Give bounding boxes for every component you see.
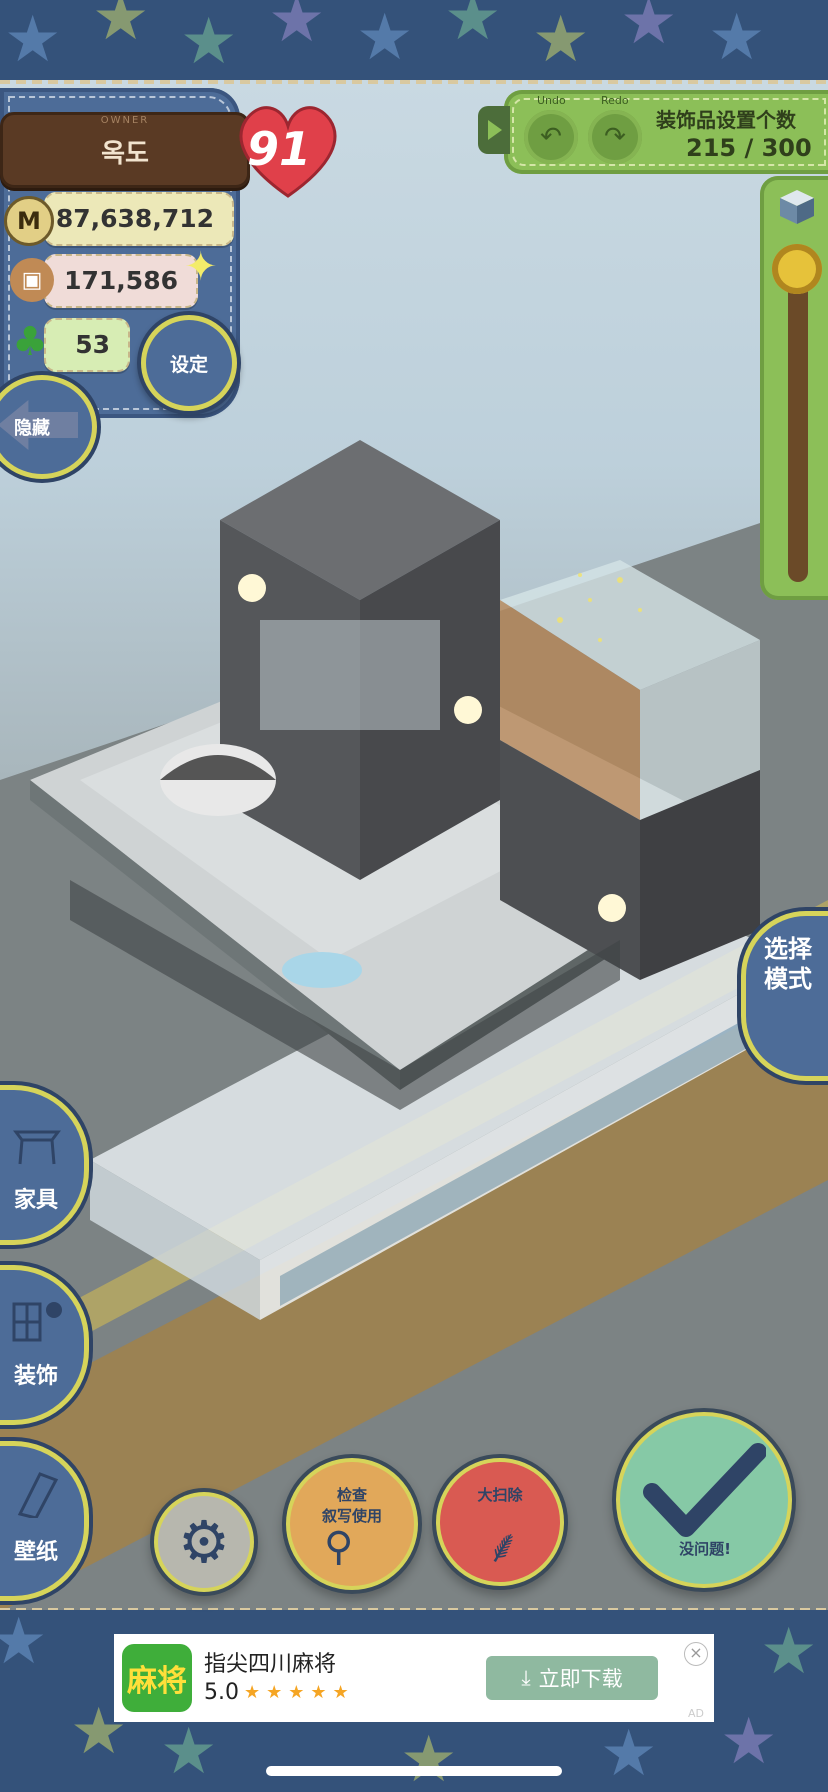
redo-icon: ↷ bbox=[604, 122, 626, 152]
checkmark-icon bbox=[643, 1443, 766, 1537]
star-icon: ★ bbox=[760, 1615, 818, 1689]
cleanup-button[interactable]: 大扫除 ⸙ bbox=[440, 1462, 560, 1582]
star-icon: ★ bbox=[444, 0, 502, 55]
money-stat: 87,638,712 bbox=[44, 192, 234, 246]
zoom-slider-track[interactable] bbox=[788, 262, 808, 582]
items-stat: 171,586 bbox=[44, 254, 198, 308]
clover-icon: ♣ bbox=[12, 319, 48, 365]
star-border-top: ★ ★ ★ ★ ★ ★ ★ ★ ★ bbox=[0, 0, 828, 84]
gear-icon: ⚙ bbox=[178, 1508, 230, 1576]
home-indicator[interactable] bbox=[266, 1766, 562, 1776]
ad-tag: AD bbox=[688, 1707, 704, 1720]
star-icon: ★ bbox=[600, 1717, 658, 1791]
sparkle-icon: ✦ bbox=[184, 244, 218, 290]
table-icon bbox=[13, 1130, 61, 1165]
basket-icon: ▣ bbox=[10, 258, 54, 302]
select-mode-label: 选择模式 bbox=[764, 935, 812, 993]
heart-count: 91 bbox=[246, 122, 311, 176]
owner-name: 옥도 bbox=[101, 139, 149, 169]
settings-button[interactable]: 设定 bbox=[146, 320, 232, 406]
star-icon: ★ bbox=[620, 0, 678, 59]
broom-icon: ⸙ bbox=[486, 1519, 521, 1573]
ad-rating: 5.0 bbox=[204, 1680, 239, 1705]
star-icon: ★ bbox=[356, 1, 414, 75]
download-icon: ⤓ bbox=[521, 1665, 531, 1690]
confirm-label: 没问题! bbox=[679, 1540, 731, 1558]
magnifier-icon: ⚲ bbox=[324, 1524, 354, 1570]
search-button[interactable]: 检查 叙写使用 ⚲ bbox=[290, 1462, 414, 1586]
wallpaper-icon bbox=[17, 1472, 59, 1518]
search-label: 检查 叙写使用 bbox=[321, 1486, 382, 1525]
cleanup-label: 大扫除 bbox=[477, 1486, 523, 1504]
wallpaper-label: 壁纸 bbox=[14, 1540, 59, 1565]
deco-title: 装饰品设置个数 bbox=[656, 108, 796, 132]
items-value: 171,586 bbox=[64, 266, 178, 295]
ad-download-label: 立即下载 bbox=[538, 1667, 623, 1691]
undo-icon: ↶ bbox=[540, 122, 562, 152]
ad-close-button[interactable]: × bbox=[684, 1642, 708, 1666]
ad-stars: ★★★★★ bbox=[244, 1682, 355, 1703]
ad-app-icon: 麻将 bbox=[122, 1644, 192, 1712]
star-icon: ★ bbox=[268, 0, 326, 57]
star-icon: ★ bbox=[532, 3, 590, 77]
decoration-label: 装饰 bbox=[14, 1364, 59, 1389]
settings-label: 设定 bbox=[169, 353, 208, 376]
ad-download-button[interactable]: ⤓ 立即下载 bbox=[486, 1656, 658, 1700]
money-icon: M bbox=[4, 196, 54, 246]
star-icon: ★ bbox=[720, 1705, 778, 1779]
star-icon: ★ bbox=[160, 1715, 218, 1789]
window-icon bbox=[12, 1302, 62, 1342]
money-value: 87,638,712 bbox=[55, 204, 214, 233]
cube-icon[interactable] bbox=[776, 186, 818, 228]
owner-label: OWNER bbox=[100, 115, 150, 126]
deco-count: 215 / 300 bbox=[686, 134, 812, 162]
star-icon: ★ bbox=[400, 1723, 458, 1792]
zoom-slider-knob[interactable] bbox=[772, 244, 822, 294]
star-icon: ★ bbox=[4, 3, 62, 77]
ad-title: 指尖四川麻将 bbox=[204, 1652, 337, 1677]
star-icon: ★ bbox=[0, 1610, 48, 1679]
furniture-label: 家具 bbox=[14, 1188, 59, 1213]
star-icon: ★ bbox=[92, 0, 150, 55]
collapse-panel-button[interactable] bbox=[478, 106, 510, 154]
star-icon: ★ bbox=[180, 5, 238, 79]
ad-banner[interactable]: 麻将 指尖四川麻将 5.0 ★★★★★ ⤓ 立即下载 × AD bbox=[114, 1634, 714, 1722]
redo-label: Redo bbox=[601, 94, 629, 107]
clover-stat: 53 bbox=[44, 318, 130, 372]
hide-label: 隐藏 bbox=[14, 418, 50, 439]
undo-label: Undo bbox=[537, 94, 566, 107]
redo-button[interactable]: ↷ bbox=[588, 110, 642, 164]
clover-value: 53 bbox=[75, 330, 110, 359]
confirm-button[interactable]: 没问题! bbox=[620, 1416, 788, 1584]
undo-button[interactable]: ↶ bbox=[524, 110, 578, 164]
gear-button[interactable]: ⚙ bbox=[158, 1496, 250, 1588]
stitch-top bbox=[0, 80, 828, 84]
star-icon: ★ bbox=[708, 1, 766, 75]
owner-sign: OWNER 옥도 bbox=[0, 112, 250, 188]
